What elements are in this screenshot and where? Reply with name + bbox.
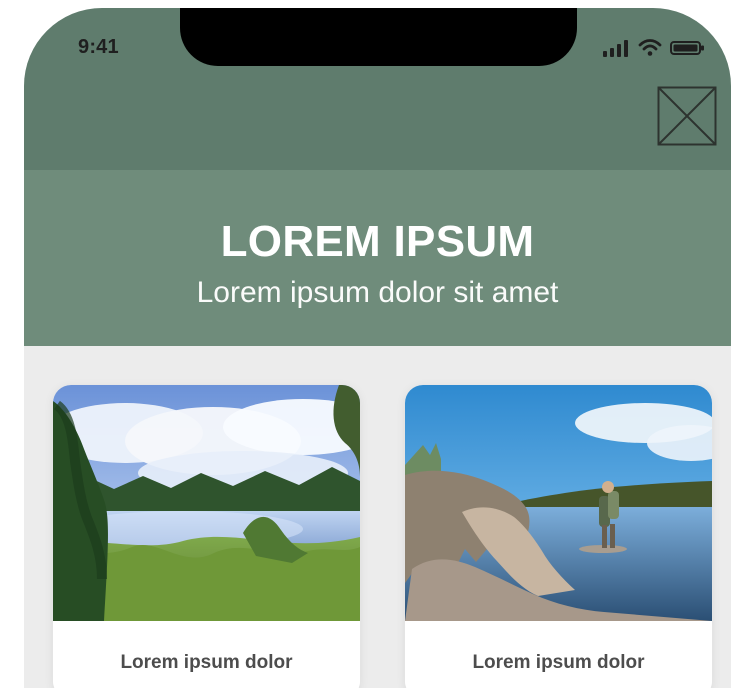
card-footer: Lorem ipsum dolor — [405, 621, 712, 688]
status-time: 9:41 — [78, 36, 119, 58]
wifi-icon — [638, 39, 662, 56]
card-title: Lorem ipsum dolor — [472, 652, 645, 673]
image-placeholder-icon[interactable] — [657, 86, 717, 146]
battery-icon — [670, 41, 704, 55]
hero-banner: LOREM IPSUM Lorem ipsum dolor sit amet — [24, 170, 731, 346]
status-icons — [602, 38, 707, 58]
content-card-left[interactable]: Lorem ipsum dolor — [53, 385, 360, 688]
signal-icon — [603, 40, 628, 57]
content-area: Lorem ipsum dolor Lorem ipsum dolor — [24, 346, 731, 688]
app-screen: 9:41 LOREM IPSUM Lorem ipsum dolor sit a… — [0, 0, 731, 688]
card-footer: Lorem ipsum dolor — [53, 621, 360, 688]
page-subtitle: Lorem ipsum dolor sit amet — [196, 276, 559, 309]
hiker-lake-image — [405, 385, 712, 621]
card-title: Lorem ipsum dolor — [120, 652, 293, 673]
top-bar: 9:41 — [24, 8, 731, 170]
phone-frame: 9:41 LOREM IPSUM Lorem ipsum dolor sit a… — [24, 8, 731, 688]
content-card-right[interactable]: Lorem ipsum dolor — [405, 385, 712, 688]
page-title: LOREM IPSUM — [220, 217, 535, 266]
lake-landscape-image — [53, 385, 360, 621]
device-notch — [180, 8, 577, 66]
